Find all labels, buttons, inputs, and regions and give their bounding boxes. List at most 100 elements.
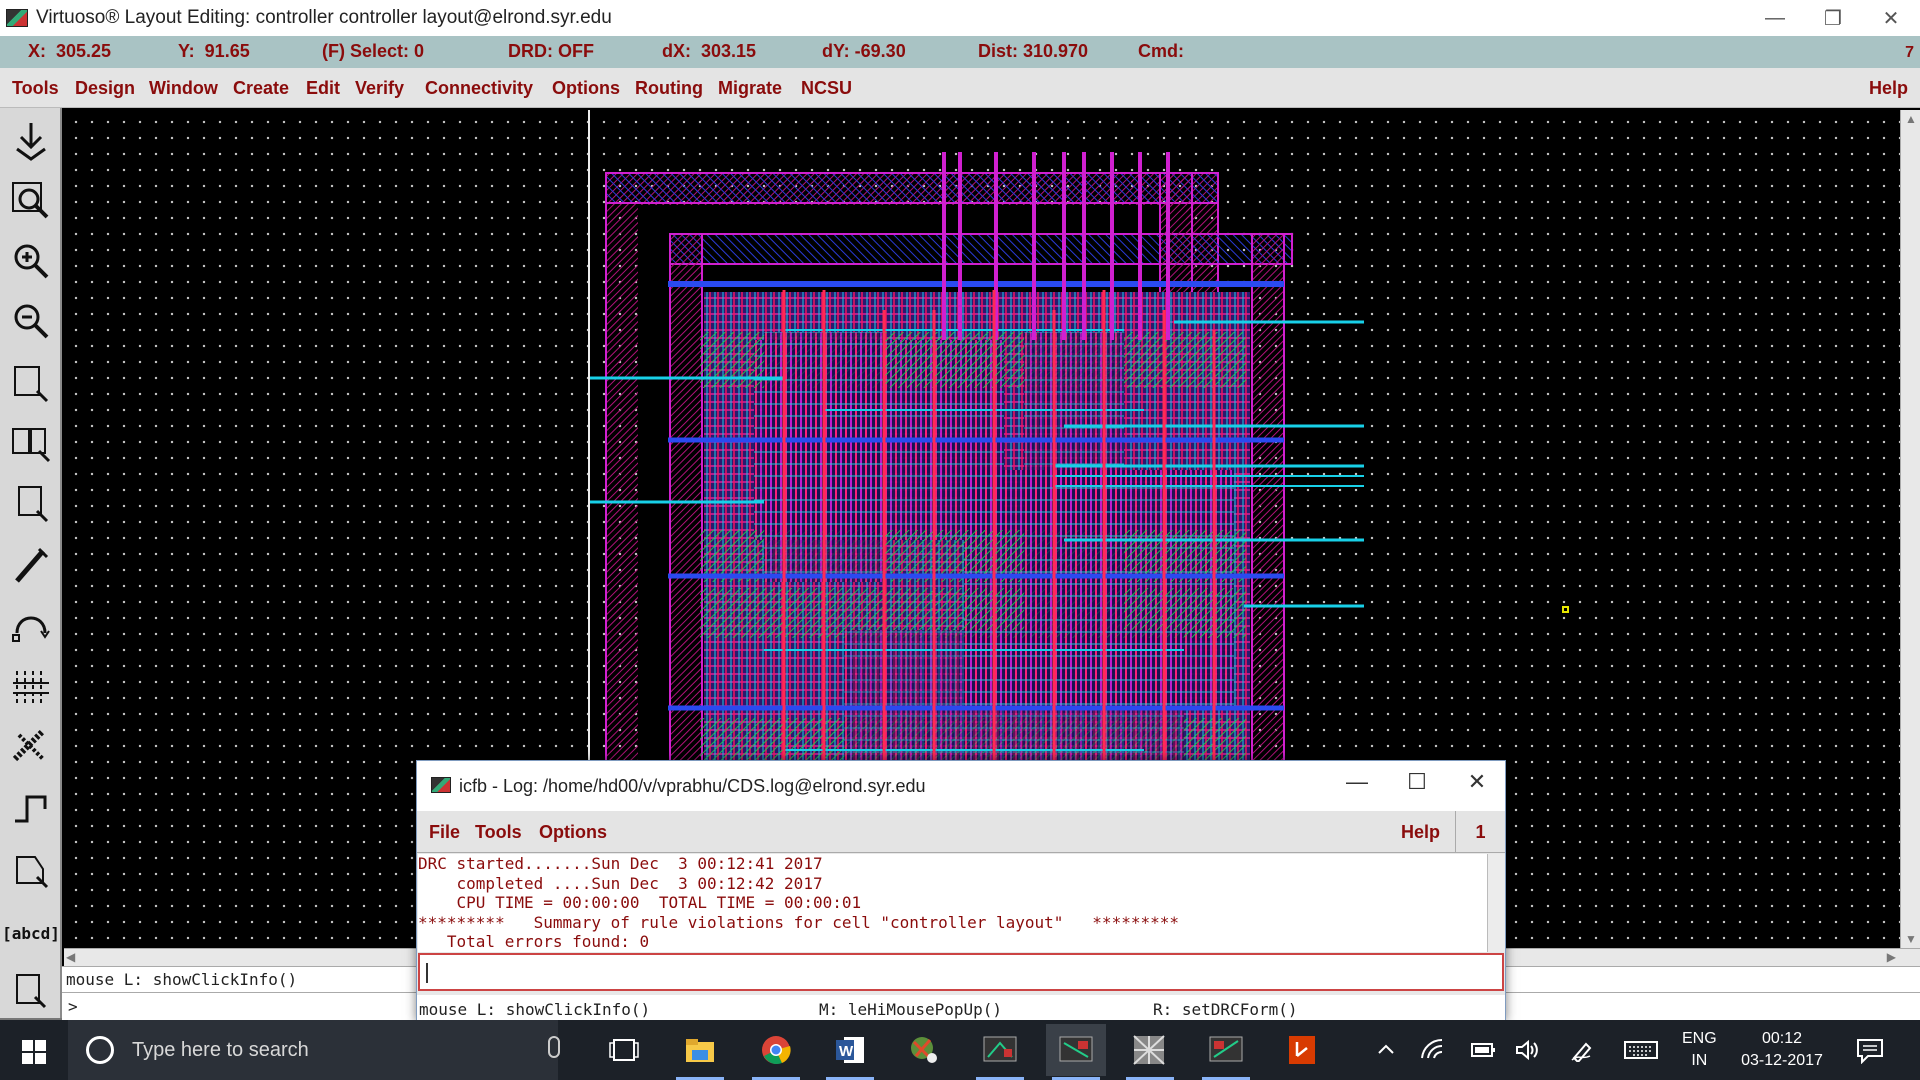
canvas-vertical-scrollbar[interactable]: ▲ ▼: [1900, 110, 1920, 948]
show-hidden-icons-icon[interactable]: [1376, 1040, 1396, 1080]
menu-edit[interactable]: Edit: [306, 78, 340, 99]
log-output: DRC started.......Sun Dec 3 00:12:41 201…: [418, 854, 1488, 952]
status-dist: Dist: 310.970: [978, 41, 1089, 61]
copy-icon[interactable]: [4, 416, 58, 470]
zoom-fit-icon[interactable]: [4, 174, 58, 228]
rectangle-icon[interactable]: [4, 964, 58, 1018]
menu-ncsu[interactable]: NCSU: [801, 78, 852, 99]
menu-tools[interactable]: Tools: [12, 78, 59, 99]
delete-icon[interactable]: [4, 538, 58, 592]
log-mouse-status: mouse L: showClickInfo() M: leHiMousePop…: [417, 995, 1505, 1023]
main-menubar: Tools Design Window Create Edit Verify C…: [0, 68, 1920, 108]
log-window-titlebar: icfb - Log: /home/hd00/v/vprabhu/CDS.log…: [417, 761, 1505, 811]
tool-palette: [abcd]: [0, 108, 62, 1018]
menu-design[interactable]: Design: [75, 78, 135, 99]
scroll-left-icon[interactable]: ◀: [66, 950, 75, 964]
log-scrollbar[interactable]: [1487, 854, 1505, 952]
action-center-icon[interactable]: [1856, 1038, 1884, 1080]
task-view-icon[interactable]: [594, 1024, 654, 1076]
battery-icon[interactable]: [1470, 1040, 1496, 1080]
log-window-title: icfb - Log: /home/hd00/v/vprabhu/CDS.log…: [459, 776, 926, 796]
log-maximize-button[interactable]: ☐: [1387, 769, 1447, 801]
window-titlebar: Virtuoso® Layout Editing: controller con…: [0, 0, 1920, 36]
virtuoso-layout-taskbar-icon[interactable]: [1046, 1024, 1106, 1080]
icfb-taskbar-icon[interactable]: [1196, 1024, 1256, 1080]
log-menu-file[interactable]: File: [429, 822, 460, 843]
volume-icon[interactable]: [1514, 1038, 1540, 1080]
menu-options[interactable]: Options: [552, 78, 620, 99]
scroll-right-icon[interactable]: ▶: [1887, 950, 1896, 964]
input-language-indicator[interactable]: ENG IN: [1682, 1028, 1717, 1072]
virtuoso-log-taskbar-icon[interactable]: [970, 1024, 1030, 1080]
clock-date: 03-12-2017: [1741, 1052, 1823, 1069]
menu-connectivity[interactable]: Connectivity: [425, 78, 533, 99]
chrome-icon[interactable]: [746, 1024, 806, 1080]
label-tool[interactable]: [abcd]: [2, 906, 60, 960]
menu-create[interactable]: Create: [233, 78, 289, 99]
cortana-icon: [86, 1036, 114, 1064]
search-placeholder: Type here to search: [132, 1039, 309, 1061]
pdf-reader-icon[interactable]: [1272, 1024, 1332, 1076]
log-command-input[interactable]: [418, 953, 1504, 991]
status-select: (F) Select: 0: [322, 41, 425, 61]
move-icon[interactable]: [4, 476, 58, 530]
clock-time: 00:12: [1761, 1030, 1803, 1047]
zoom-out-icon[interactable]: [4, 294, 58, 348]
taskbar-clock[interactable]: 00:12 03-12-2017: [1734, 1028, 1830, 1072]
menu-verify[interactable]: Verify: [355, 78, 404, 99]
status-dx: dX: 303.15: [662, 41, 757, 61]
file-explorer-icon[interactable]: [670, 1024, 730, 1080]
layout-viewer-taskbar-icon[interactable]: [1120, 1024, 1180, 1080]
wifi-icon[interactable]: [1420, 1038, 1446, 1080]
log-menu-tools[interactable]: Tools: [475, 822, 522, 843]
pen-workspace-icon[interactable]: [1570, 1038, 1594, 1080]
log-line: ********* Summary of rule violations for…: [418, 912, 1179, 932]
log-line: DRC started.......Sun Dec 3 00:12:41 201…: [418, 854, 823, 873]
region-code: IN: [1691, 1052, 1708, 1069]
start-button[interactable]: [22, 1040, 46, 1069]
log-menu-options[interactable]: Options: [539, 822, 607, 843]
restore-button[interactable]: ❐: [1804, 0, 1862, 36]
stretch-icon[interactable]: [4, 356, 58, 410]
minimize-button[interactable]: —: [1746, 0, 1804, 36]
log-status-left: mouse L: showClickInfo(): [419, 1000, 651, 1019]
scroll-down-icon[interactable]: ▼: [1904, 932, 1918, 946]
log-window: icfb - Log: /home/hd00/v/vprabhu/CDS.log…: [416, 760, 1506, 1023]
touch-keyboard-icon[interactable]: [1624, 1040, 1658, 1080]
text-caret: [426, 963, 428, 983]
property-icon[interactable]: [4, 660, 58, 714]
status-x: X: 305.25: [28, 41, 112, 61]
undo-icon[interactable]: [4, 598, 58, 652]
microphone-icon[interactable]: [548, 1036, 560, 1058]
label-tool-text: [abcd]: [2, 923, 60, 943]
menu-migrate[interactable]: Migrate: [718, 78, 782, 99]
status-y: Y: 91.65: [178, 41, 250, 61]
menu-help[interactable]: Help: [1869, 78, 1908, 99]
coordinate-status-bar: X: 305.25 Y: 91.65 (F) Select: 0 DRD: OF…: [0, 36, 1920, 68]
log-line: completed ....Sun Dec 3 00:12:42 2017: [418, 873, 823, 893]
selection-marker: [1562, 606, 1569, 613]
taskbar-search-box[interactable]: Type here to search: [68, 1020, 560, 1080]
save-icon[interactable]: [4, 114, 58, 168]
log-close-button[interactable]: ✕: [1447, 769, 1507, 801]
xming-icon[interactable]: [894, 1024, 954, 1076]
zoom-in-icon[interactable]: [4, 234, 58, 288]
icfb-app-icon: [431, 777, 451, 793]
log-menu-help[interactable]: Help: [1401, 822, 1440, 843]
ruler-icon[interactable]: [4, 720, 58, 774]
menu-window[interactable]: Window: [149, 78, 218, 99]
menu-routing[interactable]: Routing: [635, 78, 703, 99]
windows-logo-icon: [22, 1040, 46, 1064]
log-minimize-button[interactable]: —: [1327, 769, 1387, 801]
virtuoso-app-icon: [6, 9, 28, 27]
close-button[interactable]: ✕: [1862, 0, 1920, 36]
log-status-right: R: setDRCForm(): [1153, 1000, 1298, 1019]
scroll-up-icon[interactable]: ▲: [1904, 112, 1918, 126]
polygon-icon[interactable]: [4, 844, 58, 898]
window-title: Virtuoso® Layout Editing: controller con…: [36, 7, 612, 28]
word-icon[interactable]: W: [820, 1024, 880, 1080]
log-window-number: 1: [1455, 811, 1505, 853]
path-icon[interactable]: [4, 782, 58, 836]
canvas-cursor-line: [588, 110, 590, 770]
language-code: ENG: [1682, 1030, 1717, 1047]
